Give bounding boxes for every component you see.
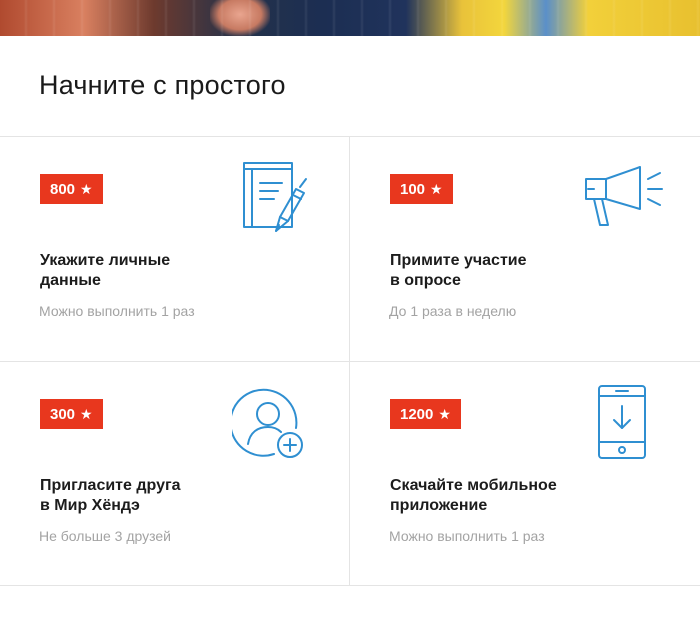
task-title: Примите участие в опросе bbox=[390, 251, 610, 291]
star-icon: ★ bbox=[438, 406, 451, 422]
task-title-line-2: в Мир Хёндэ bbox=[40, 497, 140, 514]
task-card-invite-friend[interactable]: 300 ★ Пригласите друга в Мир Хёндэ Не бо… bbox=[0, 362, 350, 586]
task-note: Не больше 3 друзей bbox=[39, 528, 171, 544]
task-card-survey[interactable]: 100 ★ Примите участие в опросе До 1 раза… bbox=[350, 137, 700, 361]
task-title-line-1: Пригласите друга bbox=[40, 477, 181, 494]
tasks-grid: 800 ★ Укажите личные данные Можно выполн bbox=[0, 136, 700, 586]
star-icon: ★ bbox=[430, 181, 443, 197]
megaphone-icon bbox=[580, 163, 664, 231]
star-icon: ★ bbox=[80, 181, 93, 197]
task-title-line-2: данные bbox=[40, 272, 101, 289]
task-title: Укажите личные данные bbox=[40, 251, 260, 291]
task-card-personal-data[interactable]: 800 ★ Укажите личные данные Можно выполн bbox=[0, 137, 350, 361]
points-value: 1200 bbox=[400, 405, 434, 423]
task-card-mobile-app[interactable]: 1200 ★ Скачайте мобильное приложение Мож… bbox=[350, 362, 700, 586]
task-note: До 1 раза в неделю bbox=[389, 303, 517, 319]
points-value: 100 bbox=[400, 180, 426, 198]
task-title-line-1: Укажите личные bbox=[40, 252, 171, 269]
notebook-pen-icon bbox=[240, 161, 310, 235]
task-title-line-1: Скачайте мобильное bbox=[390, 477, 557, 494]
points-value: 800 bbox=[50, 180, 76, 198]
phone-download-icon bbox=[596, 384, 648, 460]
task-note: Можно выполнить 1 раз bbox=[39, 303, 195, 319]
task-title: Пригласите друга в Мир Хёндэ bbox=[40, 476, 260, 516]
hero-banner-image bbox=[0, 0, 700, 36]
points-badge: 300 ★ bbox=[40, 399, 103, 429]
task-title-line-2: приложение bbox=[390, 497, 488, 514]
star-icon: ★ bbox=[80, 406, 93, 422]
task-title-line-1: Примите участие bbox=[390, 252, 527, 269]
points-badge: 1200 ★ bbox=[390, 399, 461, 429]
task-note: Можно выполнить 1 раз bbox=[389, 528, 545, 544]
add-user-icon bbox=[232, 386, 308, 462]
task-title: Скачайте мобильное приложение bbox=[390, 476, 610, 516]
points-badge: 100 ★ bbox=[390, 174, 453, 204]
points-value: 300 bbox=[50, 405, 76, 423]
points-badge: 800 ★ bbox=[40, 174, 103, 204]
section-title: Начните с простого bbox=[39, 70, 286, 100]
task-title-line-2: в опросе bbox=[390, 272, 461, 289]
